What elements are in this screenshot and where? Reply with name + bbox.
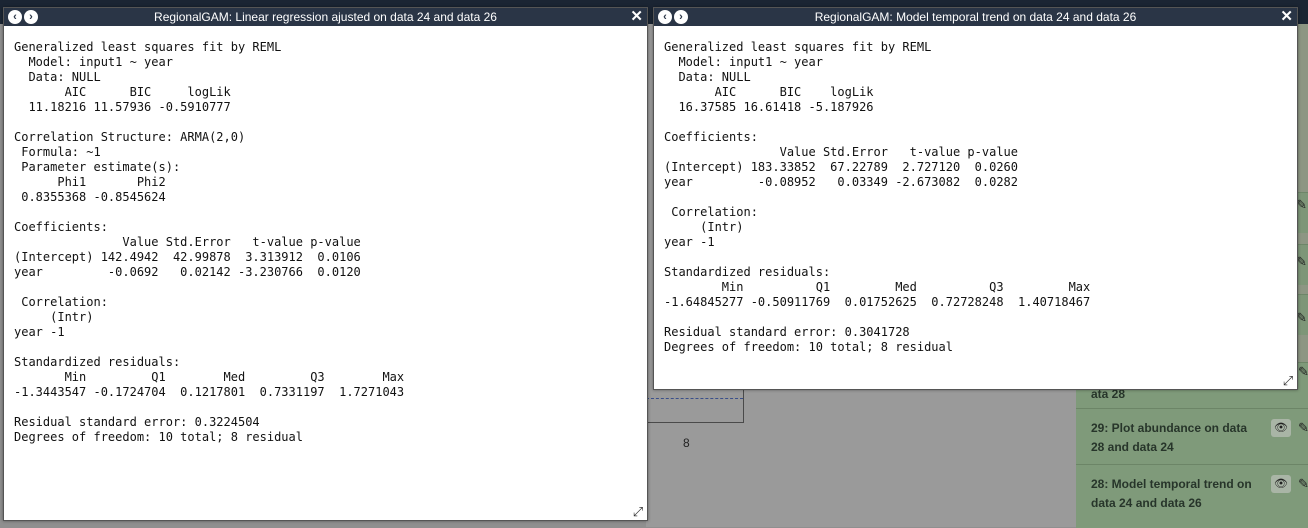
close-icon[interactable]: ✕ (1280, 8, 1293, 26)
pencil-icon[interactable]: ✎ (1298, 363, 1308, 381)
plot-x-tick: 8 (683, 436, 690, 450)
r-output: Generalized least squares fit by REML Mo… (664, 40, 1091, 354)
history-item[interactable]: 29: Plot abundance on data 28 and data 2… (1076, 408, 1308, 465)
eye-icon[interactable]: 👁 (1271, 475, 1291, 493)
window-title: RegionalGAM: Model temporal trend on dat… (814, 10, 1137, 24)
window-title: RegionalGAM: Linear regression ajusted o… (154, 10, 497, 24)
r-output: Generalized least squares fit by REML Mo… (14, 40, 405, 444)
history-item-label: 29: Plot abundance on data 28 and data 2… (1091, 421, 1248, 454)
plot-dashed-line (646, 398, 743, 399)
chevron-right-icon[interactable]: › (674, 10, 688, 24)
chevron-left-icon[interactable]: ‹ (8, 10, 22, 24)
resize-icon[interactable]: ⤢ (1281, 374, 1295, 388)
pencil-icon[interactable]: ✎ (1298, 475, 1308, 493)
window-temporal-trend: ‹ › RegionalGAM: Model temporal trend on… (653, 7, 1298, 390)
close-icon[interactable]: ✕ (630, 8, 643, 26)
window-nav: ‹ › (8, 10, 38, 24)
chevron-left-icon[interactable]: ‹ (658, 10, 672, 24)
window-linear-regression: ‹ › RegionalGAM: Linear regression ajust… (3, 7, 648, 521)
history-item-label: 28: Model temporal trend on data 24 and … (1091, 477, 1252, 510)
pencil-icon[interactable]: ✎ (1298, 419, 1308, 437)
window-nav: ‹ › (658, 10, 688, 24)
resize-icon[interactable]: ⤢ (631, 505, 645, 519)
window-titlebar[interactable]: ‹ › RegionalGAM: Model temporal trend on… (654, 8, 1297, 26)
history-item[interactable]: 28: Model temporal trend on data 24 and … (1076, 464, 1308, 528)
eye-icon[interactable]: 👁 (1271, 419, 1291, 437)
window-titlebar[interactable]: ‹ › RegionalGAM: Linear regression ajust… (4, 8, 647, 26)
chevron-right-icon[interactable]: › (24, 10, 38, 24)
